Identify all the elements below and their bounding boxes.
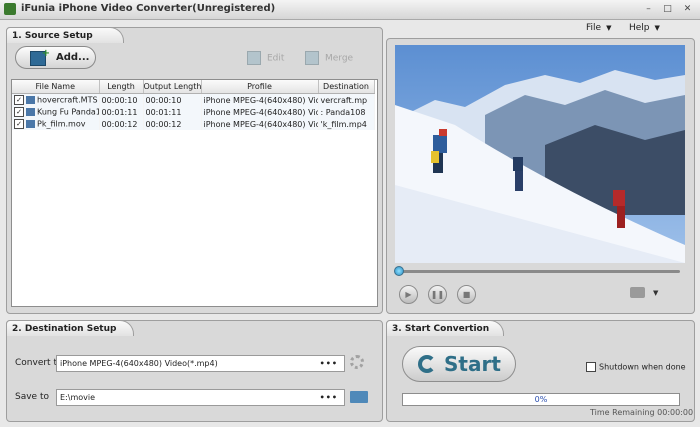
start-button-label: Start	[444, 352, 501, 376]
title-bar: iFunia iPhone Video Converter(Unregister…	[0, 0, 700, 20]
stop-button[interactable]: ■	[457, 285, 476, 304]
merge-icon	[305, 51, 319, 65]
camera-icon[interactable]	[630, 287, 645, 298]
file-destination: 'k_film.mp4	[318, 118, 375, 130]
video-file-icon	[26, 108, 35, 116]
video-preview[interactable]	[395, 45, 685, 263]
file-name: hovercraft.MTS	[37, 95, 98, 105]
add-button[interactable]: Add...	[15, 46, 96, 69]
chevron-down-icon: ▼	[606, 24, 612, 32]
window-title: iFunia iPhone Video Converter(Unregister…	[21, 3, 276, 14]
file-profile: iPhone MPEG-4(640x480) Video(*	[201, 106, 319, 118]
table-row[interactable]: ✓ Kung Fu Panda1( 00:01:11 00:01:11 iPhon…	[12, 106, 375, 118]
chevron-down-icon: ▼	[654, 24, 660, 32]
column-header-profile[interactable]: Profile	[201, 80, 319, 94]
file-length: 00:00:10	[99, 93, 144, 106]
close-button[interactable]: ✕	[680, 3, 695, 16]
table-row[interactable]: ✓ Pk_film.mov 00:00:12 00:00:12 iPhone MP…	[12, 118, 375, 130]
seek-handle[interactable]	[394, 266, 404, 276]
start-button[interactable]: Start	[402, 346, 516, 382]
conversion-progress-bar: 0%	[402, 393, 680, 406]
file-list[interactable]: File Name Length Output Length Profile D…	[11, 79, 378, 307]
table-row[interactable]: ✓ hovercraft.MTS 00:00:10 00:00:10 iPhone…	[12, 93, 375, 106]
refresh-icon	[418, 355, 436, 373]
merge-label: Merge	[325, 53, 354, 64]
menu-file[interactable]: File ▼	[586, 23, 611, 33]
column-header-output-length[interactable]: Output Length	[143, 80, 202, 94]
add-button-label: Add...	[56, 52, 90, 63]
browse-folder-button[interactable]: •••	[320, 390, 338, 405]
file-destination: : Panda108	[318, 106, 375, 118]
progress-text: 0%	[534, 395, 548, 404]
file-profile: iPhone MPEG-4(640x480) Video(*	[201, 118, 319, 130]
maximize-button[interactable]: □	[660, 3, 675, 16]
gear-icon[interactable]	[350, 355, 364, 369]
convert-to-value: iPhone MPEG-4(640x480) Video(*.mp4)	[60, 359, 218, 368]
checkbox-box[interactable]	[586, 362, 596, 372]
file-length: 00:00:12	[99, 118, 144, 130]
minimize-button[interactable]: –	[641, 3, 656, 16]
menu-file-label: File	[586, 23, 602, 33]
column-header-destination[interactable]: Destination	[318, 80, 375, 94]
start-conversion-title: 3. Start Convertion	[386, 320, 504, 336]
menu-help-label: Help	[629, 23, 650, 33]
save-to-field[interactable]: E:\movie •••	[56, 389, 345, 406]
edit-label: Edit	[267, 53, 285, 64]
column-header-file-name[interactable]: File Name	[12, 80, 100, 94]
save-to-value: E:\movie	[60, 393, 96, 402]
file-profile: iPhone MPEG-4(640x480) Video(*	[201, 93, 319, 106]
row-checkbox[interactable]: ✓	[14, 107, 24, 117]
file-name: Kung Fu Panda1(	[37, 107, 99, 117]
shutdown-label: Shutdown when done	[599, 362, 686, 372]
edit-button[interactable]: Edit	[247, 51, 284, 65]
video-file-icon	[26, 96, 35, 104]
app-icon	[4, 3, 16, 15]
source-setup-title: 1. Source Setup	[6, 27, 124, 43]
column-header-length[interactable]: Length	[99, 80, 144, 94]
file-name: Pk_film.mov	[37, 119, 86, 129]
browse-profile-button[interactable]: •••	[320, 356, 338, 371]
ski-scene-image	[395, 45, 685, 263]
edit-icon	[247, 51, 261, 65]
time-remaining: Time Remaining 00:00:00	[590, 408, 694, 417]
file-output-length: 00:01:11	[143, 106, 202, 118]
play-button[interactable]: ▶	[399, 285, 418, 304]
row-checkbox[interactable]: ✓	[14, 119, 24, 129]
file-output-length: 00:00:12	[143, 118, 202, 130]
chevron-down-icon[interactable]: ▼	[653, 289, 658, 297]
folder-icon[interactable]	[350, 391, 368, 403]
seek-bar[interactable]	[397, 270, 680, 273]
destination-setup-title: 2. Destination Setup	[6, 320, 134, 336]
row-checkbox[interactable]: ✓	[14, 95, 24, 105]
add-video-icon	[30, 48, 50, 66]
video-file-icon	[26, 120, 35, 128]
file-output-length: 00:00:10	[143, 93, 202, 106]
merge-button[interactable]: Merge	[305, 51, 353, 65]
menu-help[interactable]: Help ▼	[629, 23, 660, 33]
shutdown-checkbox[interactable]: Shutdown when done	[586, 362, 686, 372]
save-to-label: Save to	[15, 392, 49, 402]
file-destination: vercraft.mp	[318, 93, 375, 106]
convert-to-field[interactable]: iPhone MPEG-4(640x480) Video(*.mp4) •••	[56, 355, 345, 372]
file-length: 00:01:11	[99, 106, 144, 118]
pause-button[interactable]: ❚❚	[428, 285, 447, 304]
